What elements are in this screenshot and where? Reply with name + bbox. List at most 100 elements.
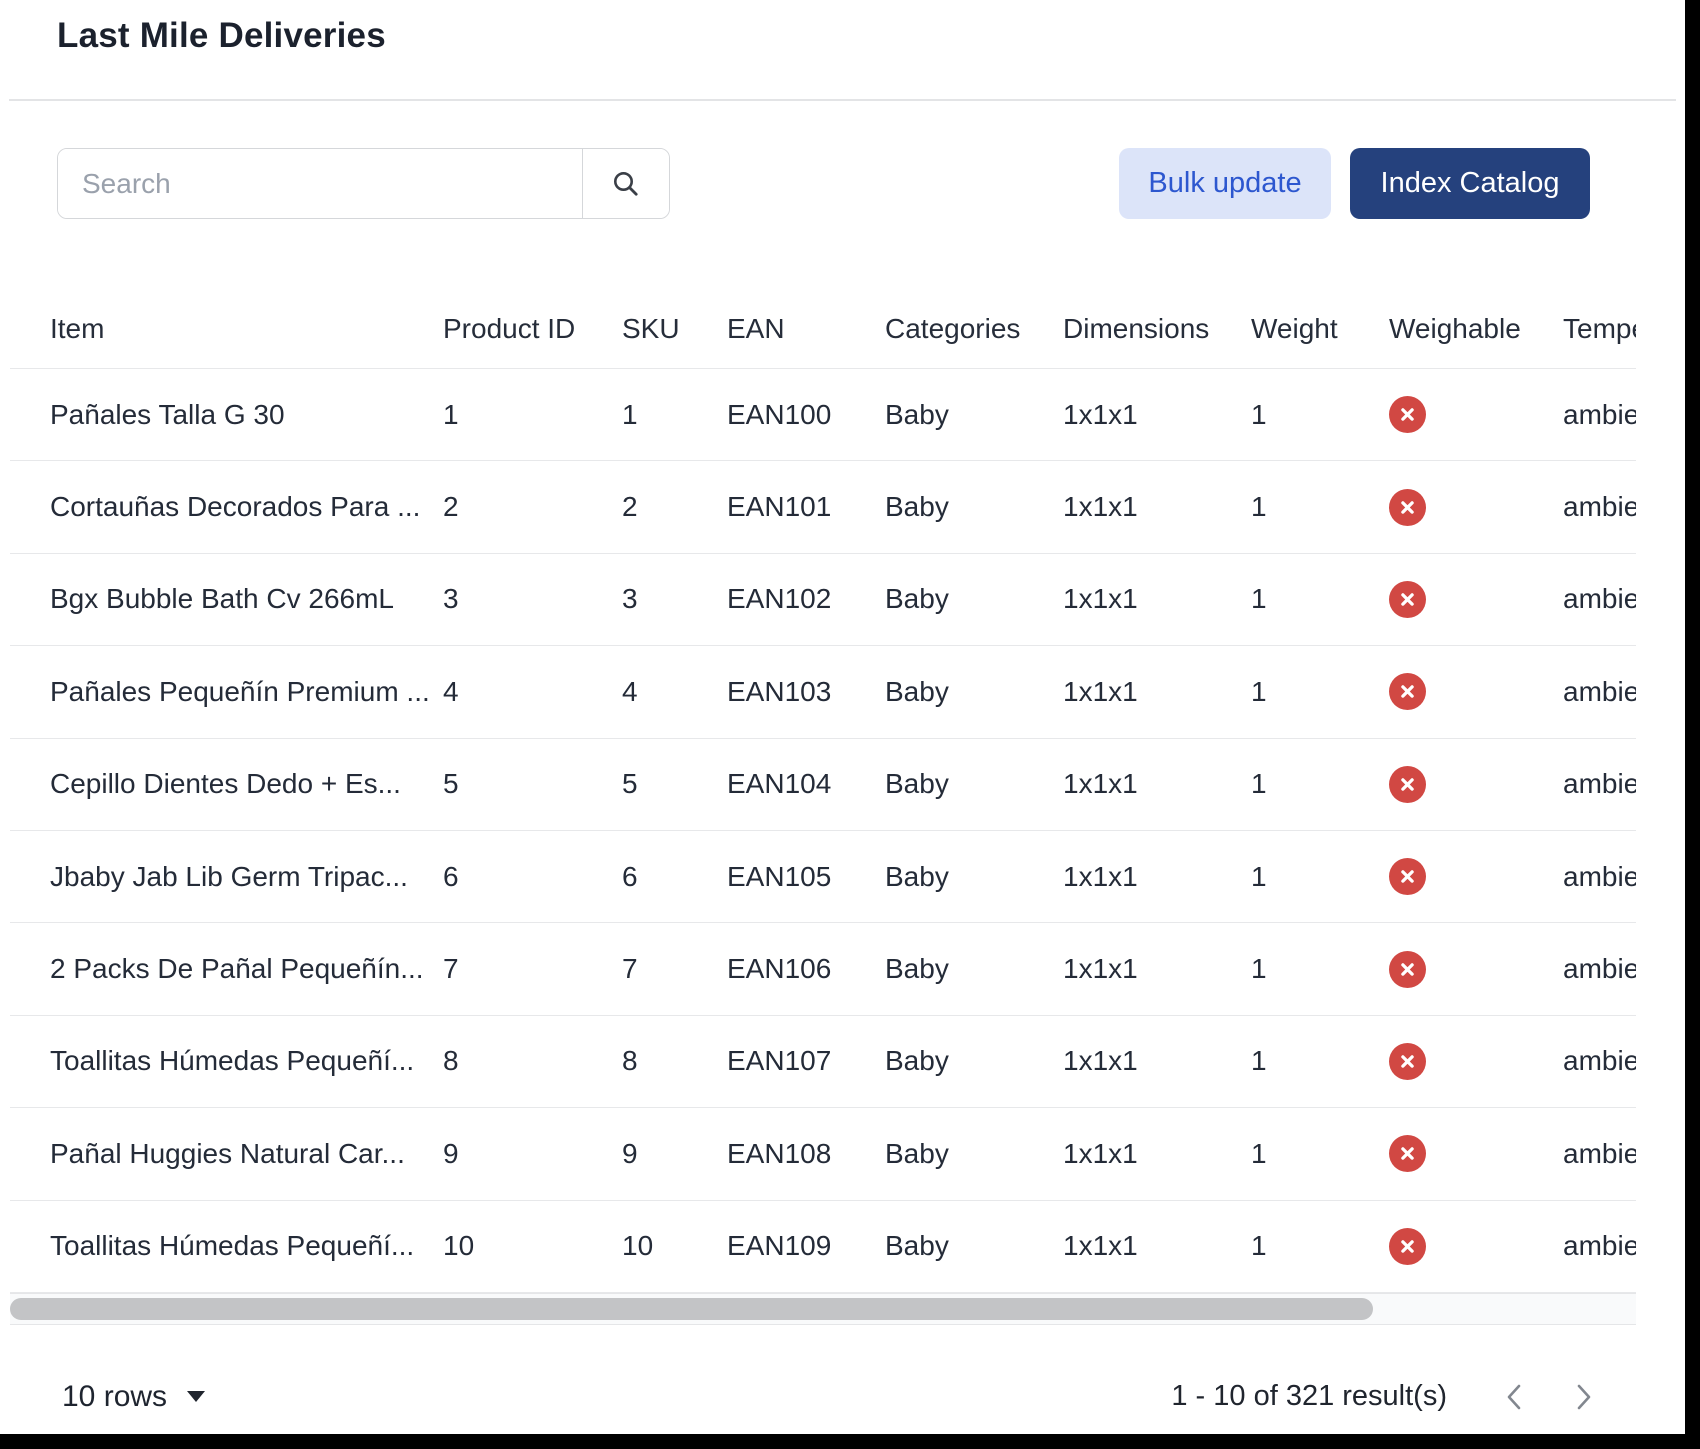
x-circle-icon <box>1389 396 1426 433</box>
cell-product-id: 7 <box>443 953 622 985</box>
page-header: Last Mile Deliveries <box>0 0 1685 56</box>
table-row[interactable]: Toallitas Húmedas Pequeñí... 8 8 EAN107 … <box>10 1016 1636 1108</box>
results-summary: 1 - 10 of 321 result(s) <box>1171 1380 1447 1413</box>
search-button[interactable] <box>582 149 669 218</box>
cell-weighable <box>1389 1228 1563 1265</box>
cell-weight: 1 <box>1251 399 1389 431</box>
toolbar: Bulk update Index Catalog <box>0 148 1685 219</box>
cell-temperature: ambient <box>1563 1230 1636 1262</box>
horizontal-scrollbar-track[interactable] <box>10 1293 1636 1325</box>
cell-dimensions: 1x1x1 <box>1063 1230 1251 1262</box>
chevron-right-icon <box>1568 1380 1598 1414</box>
table-row[interactable]: Cepillo Dientes Dedo + Es... 5 5 EAN104 … <box>10 739 1636 831</box>
column-header-weighable: Weighable <box>1389 313 1563 345</box>
table-row[interactable]: Bgx Bubble Bath Cv 266mL 3 3 EAN102 Baby… <box>10 554 1636 646</box>
next-page-button[interactable] <box>1561 1375 1605 1419</box>
cell-dimensions: 1x1x1 <box>1063 1138 1251 1170</box>
cell-categories: Baby <box>885 1230 1063 1262</box>
chevron-left-icon <box>1500 1380 1530 1414</box>
column-header-categories: Categories <box>885 313 1063 345</box>
catalog-table: ItemProduct IDSKUEANCategoriesDimensions… <box>10 289 1636 1293</box>
cell-product-id: 6 <box>443 861 622 893</box>
rows-per-page-selector[interactable]: 10 rows <box>62 1380 205 1414</box>
cell-weight: 1 <box>1251 768 1389 800</box>
cell-temperature: ambient <box>1563 676 1636 708</box>
cell-categories: Baby <box>885 491 1063 523</box>
cell-ean: EAN109 <box>727 1230 885 1262</box>
cell-categories: Baby <box>885 676 1063 708</box>
magnifier-icon <box>610 168 642 200</box>
index-catalog-button[interactable]: Index Catalog <box>1350 148 1590 219</box>
cell-dimensions: 1x1x1 <box>1063 768 1251 800</box>
table-row[interactable]: 2 Packs De Pañal Pequeñín... 7 7 EAN106 … <box>10 923 1636 1015</box>
cell-product-id: 9 <box>443 1138 622 1170</box>
table-row[interactable]: Pañal Huggies Natural Car... 9 9 EAN108 … <box>10 1108 1636 1200</box>
cell-item: Cortauñas Decorados Para ... <box>50 491 443 523</box>
cell-sku: 2 <box>622 491 727 523</box>
cell-ean: EAN105 <box>727 861 885 893</box>
column-header-weight: Weight <box>1251 313 1389 345</box>
cell-dimensions: 1x1x1 <box>1063 861 1251 893</box>
table-header-row: ItemProduct IDSKUEANCategoriesDimensions… <box>10 289 1636 369</box>
previous-page-button[interactable] <box>1493 1375 1537 1419</box>
cell-categories: Baby <box>885 1138 1063 1170</box>
cell-dimensions: 1x1x1 <box>1063 491 1251 523</box>
cell-item: Toallitas Húmedas Pequeñí... <box>50 1230 443 1262</box>
cell-temperature: ambient <box>1563 953 1636 985</box>
cell-weighable <box>1389 489 1563 526</box>
table-row[interactable]: Pañales Pequeñín Premium ... 4 4 EAN103 … <box>10 646 1636 738</box>
x-circle-icon <box>1389 1043 1426 1080</box>
cell-product-id: 4 <box>443 676 622 708</box>
cell-weight: 1 <box>1251 861 1389 893</box>
cell-sku: 4 <box>622 676 727 708</box>
cell-item: Pañales Talla G 30 <box>50 399 443 431</box>
cell-product-id: 3 <box>443 583 622 615</box>
x-circle-icon <box>1389 1228 1426 1265</box>
x-circle-icon <box>1389 581 1426 618</box>
cell-sku: 3 <box>622 583 727 615</box>
cell-ean: EAN104 <box>727 768 885 800</box>
cell-weighable <box>1389 396 1563 433</box>
cell-product-id: 5 <box>443 768 622 800</box>
cell-product-id: 1 <box>443 399 622 431</box>
table-row[interactable]: Jbaby Jab Lib Germ Tripac... 6 6 EAN105 … <box>10 831 1636 923</box>
column-header-item: Item <box>50 313 443 345</box>
pagination-footer: 10 rows 1 - 10 of 321 result(s) <box>0 1371 1685 1423</box>
cell-categories: Baby <box>885 1045 1063 1077</box>
column-header-sku: SKU <box>622 313 727 345</box>
cell-sku: 5 <box>622 768 727 800</box>
column-header-product-id: Product ID <box>443 313 622 345</box>
bulk-update-button[interactable]: Bulk update <box>1119 148 1331 219</box>
table-row[interactable]: Pañales Talla G 30 1 1 EAN100 Baby 1x1x1… <box>10 369 1636 461</box>
cell-sku: 8 <box>622 1045 727 1077</box>
cell-ean: EAN100 <box>727 399 885 431</box>
table-row[interactable]: Toallitas Húmedas Pequeñí... 10 10 EAN10… <box>10 1201 1636 1293</box>
cell-weighable <box>1389 766 1563 803</box>
search-input[interactable] <box>58 149 582 218</box>
cell-temperature: ambient <box>1563 1045 1636 1077</box>
horizontal-scrollbar-thumb[interactable] <box>10 1298 1373 1320</box>
cell-dimensions: 1x1x1 <box>1063 676 1251 708</box>
caret-down-icon <box>187 1391 205 1402</box>
cell-weighable <box>1389 581 1563 618</box>
cell-categories: Baby <box>885 768 1063 800</box>
cell-sku: 6 <box>622 861 727 893</box>
cell-ean: EAN107 <box>727 1045 885 1077</box>
cell-temperature: ambient <box>1563 1138 1636 1170</box>
cell-weighable <box>1389 858 1563 895</box>
cell-weight: 1 <box>1251 1138 1389 1170</box>
header-divider <box>9 99 1676 101</box>
cell-product-id: 2 <box>443 491 622 523</box>
cell-dimensions: 1x1x1 <box>1063 583 1251 615</box>
cell-item: Pañal Huggies Natural Car... <box>50 1138 443 1170</box>
cell-dimensions: 1x1x1 <box>1063 399 1251 431</box>
cell-item: Pañales Pequeñín Premium ... <box>50 676 443 708</box>
page: Last Mile Deliveries Bulk update Index C… <box>0 0 1685 1434</box>
cell-product-id: 10 <box>443 1230 622 1262</box>
column-header-dimensions: Dimensions <box>1063 313 1251 345</box>
cell-weight: 1 <box>1251 953 1389 985</box>
cell-item: 2 Packs De Pañal Pequeñín... <box>50 953 443 985</box>
cell-ean: EAN101 <box>727 491 885 523</box>
x-circle-icon <box>1389 673 1426 710</box>
table-row[interactable]: Cortauñas Decorados Para ... 2 2 EAN101 … <box>10 461 1636 553</box>
